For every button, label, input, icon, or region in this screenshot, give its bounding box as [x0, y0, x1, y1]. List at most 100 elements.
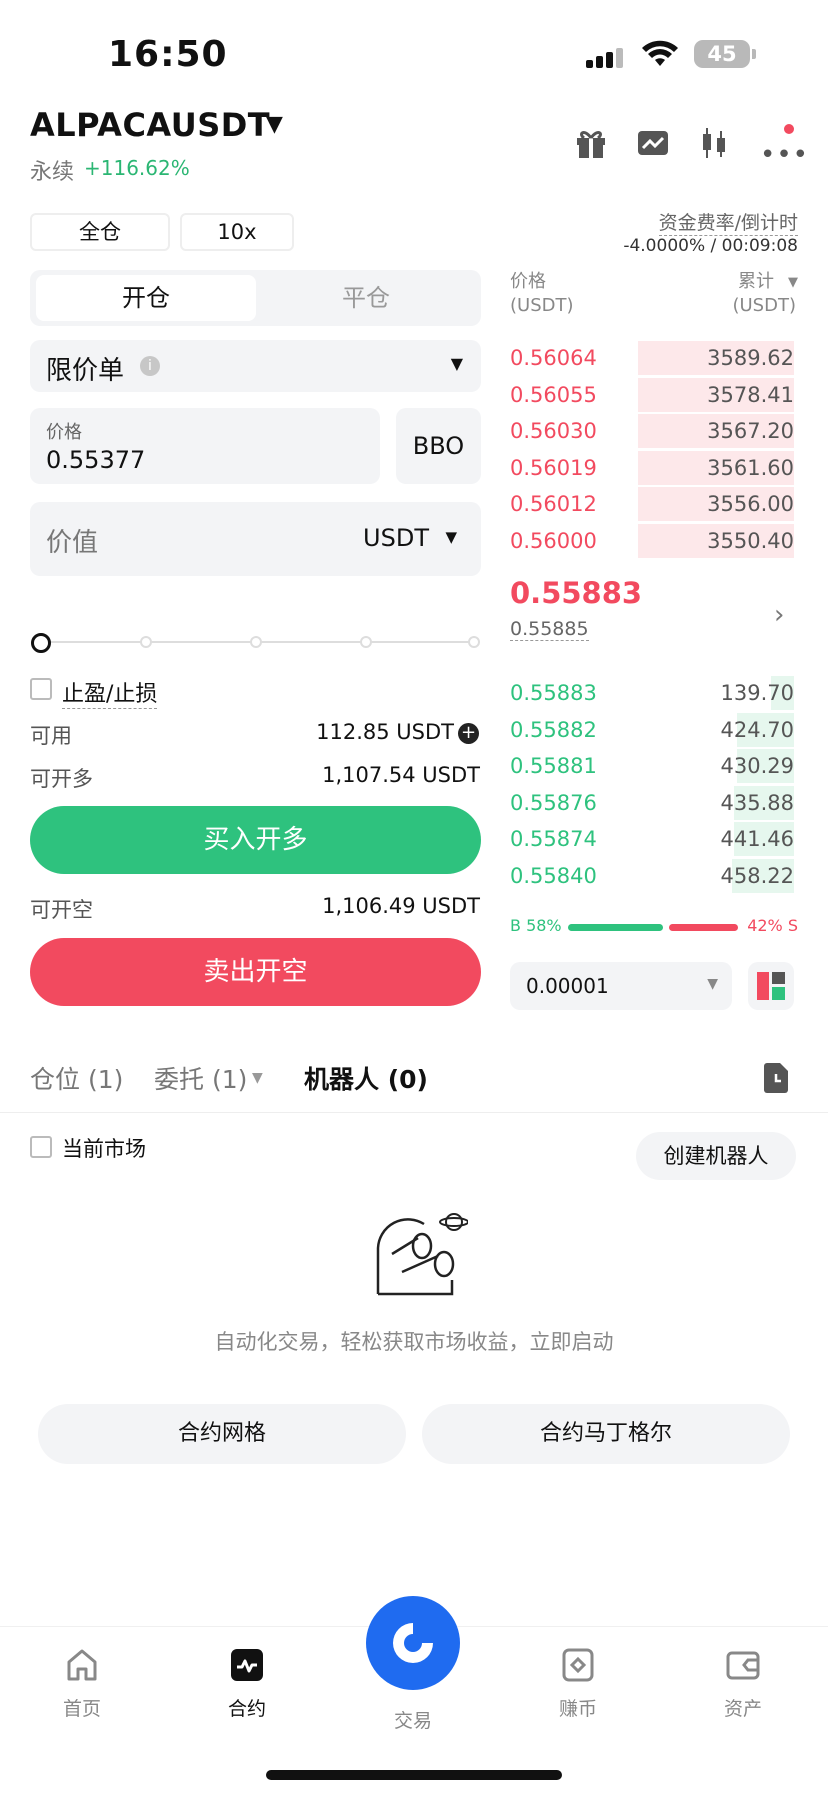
contract-martingale-button[interactable]: 合约马丁格尔 — [422, 1404, 790, 1464]
bid-row[interactable]: 0.55882 424.70 — [510, 712, 794, 747]
home-icon — [67, 1649, 97, 1681]
price-input-value[interactable]: 0.55377 — [46, 446, 145, 474]
telescope-illustration-icon — [376, 1213, 468, 1296]
ask-row[interactable]: 0.56019 3561.60 — [510, 450, 794, 485]
sell-short-button[interactable]: 卖出开空 — [30, 938, 481, 1006]
battery-cap — [752, 49, 756, 59]
ask-price: 0.56012 — [510, 492, 597, 516]
orderbook-sum-header[interactable]: 累计 — [738, 270, 774, 294]
create-bot-button[interactable]: 创建机器人 — [636, 1132, 796, 1180]
buy-ratio-label: B 58% — [510, 916, 562, 935]
tab-open[interactable]: 开仓 — [36, 275, 256, 321]
contract-grid-button[interactable]: 合约网格 — [38, 1404, 406, 1464]
tab-positions[interactable]: 仓位 (1) — [30, 1060, 123, 1096]
orderbook-price-unit: (USDT) — [510, 295, 574, 316]
candlestick-icon[interactable] — [697, 126, 731, 160]
caret-down-icon[interactable]: ▼ — [788, 271, 798, 295]
battery-indicator: 45 — [694, 40, 750, 68]
ask-price: 0.56055 — [510, 382, 597, 407]
slider-tick-50[interactable] — [250, 636, 262, 648]
chevron-right-icon[interactable]: › — [774, 600, 784, 630]
bbo-button[interactable]: BBO — [396, 408, 481, 484]
ask-quantity: 3550.40 — [707, 528, 794, 553]
can-short-value: 1,106.49 USDT — [322, 894, 480, 918]
margin-mode-button[interactable]: 全仓 — [30, 213, 170, 251]
bid-quantity: 435.88 — [720, 790, 794, 815]
bid-row[interactable]: 0.55874 441.46 — [510, 822, 794, 856]
buy-long-button[interactable]: 买入开多 — [30, 806, 481, 874]
notification-dot — [784, 124, 794, 134]
ask-price: 0.56030 — [510, 419, 597, 443]
amount-slider-handle[interactable] — [31, 633, 51, 653]
nav-home[interactable]: 首页 — [27, 1648, 137, 1721]
caret-down-icon[interactable]: ▼ — [445, 528, 457, 546]
nav-assets-label: 资产 — [723, 1698, 762, 1720]
wallet-icon — [726, 1651, 760, 1680]
tab-close[interactable]: 平仓 — [256, 275, 476, 321]
gift-icon[interactable] — [574, 126, 608, 160]
more-icon[interactable]: ••• — [760, 140, 809, 170]
precision-value: 0.00001 — [526, 974, 609, 998]
ask-quantity: 3556.00 — [707, 492, 794, 516]
can-long-label: 可开多 — [30, 767, 93, 791]
buy-ratio-bar — [568, 924, 664, 931]
leverage-button[interactable]: 10x — [180, 213, 294, 251]
current-market-label: 当前市场 — [62, 1137, 146, 1161]
ask-row[interactable]: 0.56055 3578.41 — [510, 377, 794, 412]
price-field[interactable]: 价格 0.55377 — [30, 408, 380, 484]
can-short-label: 可开空 — [30, 898, 93, 922]
chart-exchange-icon[interactable] — [636, 126, 670, 160]
value-field[interactable]: 价值 USDT ▼ — [30, 502, 481, 576]
caret-down-icon: ▼ — [450, 354, 463, 373]
tab-bots[interactable]: 机器人 (0) — [304, 1060, 428, 1096]
ask-row[interactable]: 0.56030 3567.20 — [510, 414, 794, 448]
bid-price: 0.55874 — [510, 827, 597, 851]
bid-price: 0.55876 — [510, 790, 597, 815]
change-percent: +116.62% — [84, 156, 190, 180]
bid-row[interactable]: 0.55883 139.70 — [510, 676, 794, 710]
slider-tick-100[interactable] — [468, 636, 480, 648]
funding-rate-label[interactable]: 资金费率/倒计时 — [658, 208, 798, 236]
bid-row[interactable]: 0.55840 458.22 — [510, 858, 794, 893]
trade-fab[interactable] — [366, 1596, 460, 1690]
bid-quantity: 441.46 — [720, 827, 794, 851]
current-market-checkbox[interactable] — [30, 1136, 52, 1158]
info-icon[interactable]: i — [140, 356, 160, 376]
bots-empty-text: 自动化交易，轻松获取市场收益，立即启动 — [214, 1330, 614, 1354]
nav-trade-label[interactable]: 交易 — [358, 1706, 468, 1733]
available-label: 可用 — [30, 724, 72, 748]
value-label: 价值 — [46, 528, 99, 558]
layout-toggle[interactable] — [748, 962, 794, 1010]
mark-price[interactable]: 0.55885 — [510, 618, 589, 641]
bid-row[interactable]: 0.55881 430.29 — [510, 749, 794, 783]
symbol-title[interactable]: ALPACAUSDT — [30, 106, 270, 144]
slider-tick-75[interactable] — [360, 636, 372, 648]
ask-row[interactable]: 0.56064 3589.62 — [510, 341, 794, 375]
bid-price: 0.55881 — [510, 754, 597, 778]
nav-assets[interactable]: 资产 — [688, 1648, 798, 1721]
bid-quantity: 139.70 — [720, 681, 794, 705]
tpsl-checkbox[interactable] — [30, 678, 52, 700]
slider-tick-25[interactable] — [140, 636, 152, 648]
nav-earn[interactable]: 赚币 — [523, 1648, 633, 1721]
contract-chart-icon — [231, 1649, 263, 1681]
precision-select[interactable]: 0.00001 ▼ — [510, 962, 732, 1010]
wifi-icon — [642, 40, 678, 66]
tpsl-label[interactable]: 止盈/止损 — [62, 676, 158, 709]
value-unit[interactable]: USDT — [363, 524, 429, 552]
ask-row[interactable]: 0.56012 3556.00 — [510, 487, 794, 521]
caret-down-icon[interactable]: ▼ — [252, 1070, 263, 1086]
caret-down-icon[interactable]: ▼ — [266, 112, 283, 137]
nav-earn-label: 赚币 — [558, 1698, 597, 1720]
bid-row[interactable]: 0.55876 435.88 — [510, 785, 794, 820]
tab-orders[interactable]: 委托 (1) — [154, 1060, 247, 1096]
history-doc-icon[interactable] — [762, 1062, 790, 1094]
ask-row[interactable]: 0.56000 3550.40 — [510, 523, 794, 558]
nav-contract[interactable]: 合约 — [192, 1648, 302, 1721]
add-circle-icon[interactable]: + — [458, 723, 479, 744]
bid-quantity: 424.70 — [720, 717, 794, 742]
order-type-select[interactable]: 限价单 i ▼ — [30, 340, 481, 392]
available-value: 112.85 USDT — [316, 720, 454, 744]
sell-ratio-bar — [669, 924, 738, 931]
ask-quantity: 3567.20 — [707, 419, 794, 443]
